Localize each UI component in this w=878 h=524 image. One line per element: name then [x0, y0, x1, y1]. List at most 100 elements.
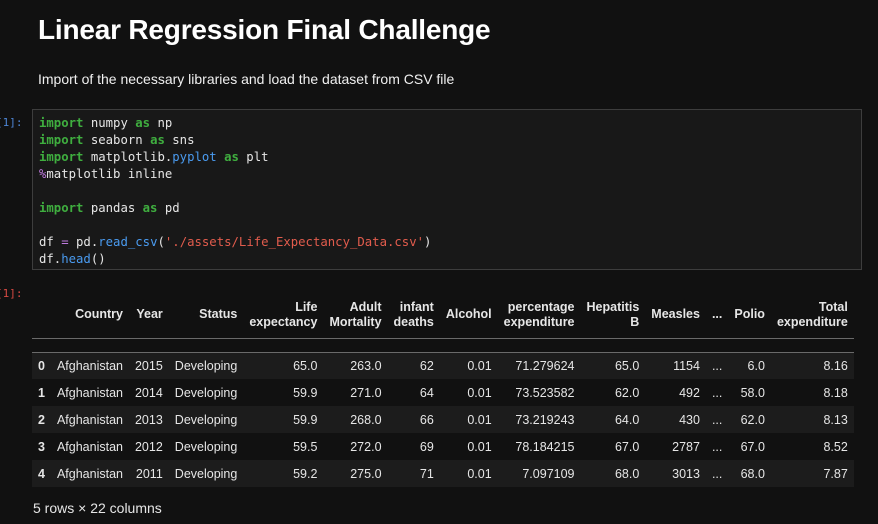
- table-cell: 0.01: [467, 439, 492, 454]
- code-token: (: [157, 235, 165, 249]
- code-token: import: [39, 201, 84, 215]
- table-cell: 6.0: [747, 358, 765, 373]
- table-cell: 59.9: [293, 412, 318, 427]
- code-token: numpy: [83, 116, 136, 130]
- table-cell: 78.184215: [515, 439, 575, 454]
- code-token: import: [39, 133, 84, 147]
- table-cell: 263.0: [350, 358, 382, 373]
- dataframe-output: Country Year Status Life expectancy Adul…: [32, 292, 878, 487]
- table-cell: 0.01: [467, 412, 492, 427]
- code-content[interactable]: import numpy as np import seaborn as sns i…: [39, 115, 431, 268]
- code-token: sns: [164, 133, 195, 147]
- code-token: head: [61, 252, 91, 266]
- code-token: =: [61, 235, 69, 249]
- code-token: df.: [39, 252, 62, 266]
- code-line-1: import numpy as np: [39, 115, 431, 132]
- table-cell: 65.0: [614, 358, 640, 373]
- column-header: infant deaths: [387, 292, 440, 339]
- table-row: 1 Afghanistan 2014 Developing 59.9 271.0…: [32, 379, 854, 406]
- table-cell: 67.0: [614, 439, 640, 454]
- code-token: seaborn: [83, 133, 151, 147]
- code-token: as: [150, 133, 165, 147]
- code-cell-editor[interactable]: import numpy as np import seaborn as sns i…: [32, 109, 862, 270]
- table-cell: 275.0: [350, 466, 382, 481]
- row-index: 1: [38, 385, 45, 400]
- table-cell: 71: [419, 466, 434, 481]
- code-token: import: [39, 116, 84, 130]
- table-cell: 8.52: [823, 439, 848, 454]
- table-cell: 59.5: [293, 439, 318, 454]
- table-cell: Afghanistan: [56, 412, 123, 427]
- table-cell: 2014: [134, 385, 163, 400]
- column-header-ellipsis: ...: [705, 292, 729, 339]
- code-token: as: [224, 150, 239, 164]
- column-header: Measles: [645, 292, 706, 339]
- table-cell: 7.097109: [522, 466, 575, 481]
- column-header: Alcohol: [439, 292, 498, 339]
- row-index: 0: [38, 358, 45, 373]
- column-header: Polio: [728, 292, 771, 339]
- code-line-6: import pandas as pd: [39, 200, 431, 217]
- table-cell: 2013: [134, 412, 163, 427]
- table-cell: 67.0: [740, 439, 765, 454]
- table-cell: 7.87: [823, 466, 848, 481]
- notebook-page: Linear Regression Final Challenge Import…: [0, 0, 878, 524]
- table-cell: 68.0: [614, 466, 640, 481]
- table-cell: 0.01: [467, 466, 492, 481]
- table-cell: Afghanistan: [56, 466, 123, 481]
- table-cell: 73.219243: [515, 412, 575, 427]
- table-header-row: Country Year Status Life expectancy Adul…: [32, 292, 854, 339]
- column-header: Status: [168, 292, 244, 339]
- dataframe-table: Country Year Status Life expectancy Adul…: [32, 292, 854, 487]
- table-cell: 65.0: [293, 358, 318, 373]
- column-header: Adult Mortality: [323, 292, 388, 339]
- code-line-9: df.head(): [39, 251, 431, 268]
- row-index: 3: [38, 439, 45, 454]
- code-token: as: [142, 201, 158, 215]
- code-token: './assets/Life_Expectancy_Data.csv': [164, 235, 425, 249]
- table-cell: 2012: [134, 439, 163, 454]
- column-header: Total expenditure: [770, 292, 854, 339]
- code-line-8: df = pd.read_csv('./assets/Life_Expectan…: [39, 234, 431, 251]
- column-header: [32, 292, 51, 339]
- code-line-4: %matplotlib inline: [39, 166, 431, 183]
- table-row: 3 Afghanistan 2012 Developing 59.5 272.0…: [32, 433, 854, 460]
- column-header: Hepatitis B: [580, 292, 646, 339]
- code-token: pandas: [83, 201, 143, 215]
- table-cell: 0.01: [467, 385, 492, 400]
- table-cell: Developing: [174, 358, 238, 373]
- code-token: pd: [157, 201, 180, 215]
- table-cell: Afghanistan: [56, 385, 123, 400]
- table-cell: 59.2: [293, 466, 318, 481]
- table-cell: Developing: [174, 439, 238, 454]
- table-row: 2 Afghanistan 2013 Developing 59.9 268.0…: [32, 406, 854, 433]
- column-header: Country: [50, 292, 129, 339]
- code-token: pyplot: [172, 150, 217, 164]
- table-cell: 66: [419, 412, 434, 427]
- markdown-description: Import of the necessary libraries and lo…: [38, 71, 455, 87]
- code-token: pd.: [68, 235, 99, 249]
- table-cell: 69: [419, 439, 434, 454]
- table-cell-ellipsis: ...: [711, 466, 723, 481]
- table-cell: 64.0: [614, 412, 640, 427]
- table-cell: 73.523582: [515, 385, 575, 400]
- table-cell: 62.0: [740, 412, 765, 427]
- table-cell: 68.0: [740, 466, 765, 481]
- table-cell: 430: [679, 412, 700, 427]
- code-line-2: import seaborn as sns: [39, 132, 431, 149]
- table-cell: 64: [419, 385, 434, 400]
- table-cell: Afghanistan: [56, 439, 123, 454]
- table-cell: Afghanistan: [56, 358, 123, 373]
- table-row: 4 Afghanistan 2011 Developing 59.2 275.0…: [32, 460, 854, 487]
- table-cell: 2011: [135, 466, 163, 481]
- row-index: 4: [38, 466, 45, 481]
- table-cell: 0.01: [467, 358, 492, 373]
- code-token: ): [424, 235, 432, 249]
- column-header: Life expectancy: [243, 292, 324, 339]
- table-cell: Developing: [174, 412, 238, 427]
- table-cell: 1154: [673, 358, 700, 373]
- table-cell: Developing: [174, 385, 238, 400]
